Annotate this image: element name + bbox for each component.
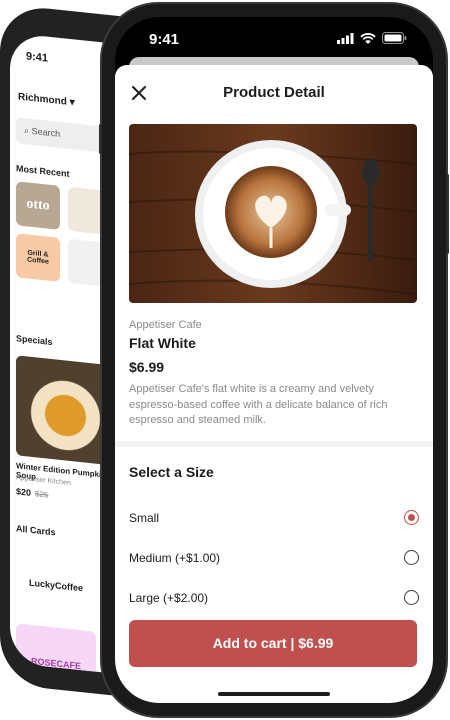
card-luckycoffee[interactable]: LuckyCoffee [16,545,96,626]
radio-selected-icon[interactable] [404,510,419,525]
product-description: Appetiser Cafe's flat white is a creamy … [129,383,388,426]
page-title: Product Detail [223,84,325,101]
search-icon: ⌕ [24,125,30,136]
recent-tile[interactable]: Grill & Coffee [16,233,60,282]
status-icons [337,32,407,44]
radio-unselected-icon[interactable] [404,550,419,565]
all-cards-heading: All Cards [16,523,56,538]
size-option-medium[interactable]: Medium (+$1.00) [129,546,419,572]
rosecafe-logo: ROSECAFE [30,655,81,672]
product-vendor: Appetiser Cafe [129,319,202,331]
specials-heading: Specials [16,333,53,348]
phone-screen: 9:41 Product Detail Appetiser Cafe Flat … [115,17,433,703]
radio-unselected-icon[interactable] [404,590,419,605]
product-price: $6.99 [129,359,165,375]
size-option-label: Small [129,511,160,525]
location-selector[interactable]: Richmond ▾ [18,91,75,108]
coffee-photo [129,124,417,303]
home-indicator [218,692,330,696]
phone-frame: 9:41 Product Detail Appetiser Cafe Flat … [99,4,449,716]
most-recent-heading: Most Recent [16,163,70,179]
product-name: Flat White [129,335,196,351]
luckycoffee-logo: LuckyCoffee [28,577,83,594]
status-time: 9:41 [149,31,180,48]
special-old-price: $25 [35,489,49,500]
size-section-title: Select a Size [129,464,214,480]
product-image [129,124,417,303]
mute-switch [99,124,102,154]
size-option-small[interactable]: Small [129,506,419,532]
section-divider [115,441,433,447]
battery-icon [382,32,407,44]
special-price: $20 [16,486,32,498]
card-rosecafe[interactable]: ROSECAFE [16,623,96,679]
size-option-label: Large (+$2.00) [129,591,209,605]
background-status-time: 9:41 [26,50,49,65]
wifi-icon [360,32,376,44]
special-price-row: $20 $25 [16,486,48,499]
signal-icon [337,32,354,44]
size-option-label: Medium (+$1.00) [129,551,221,565]
search-placeholder: Search [31,125,61,139]
recent-tile[interactable]: otto [16,181,60,230]
add-to-cart-button[interactable]: Add to cart | $6.99 [129,620,417,667]
power-button [446,174,449,254]
size-option-large[interactable]: Large (+$2.00) [129,586,419,612]
product-detail-sheet: Product Detail Appetiser Cafe Flat White… [115,65,433,703]
location-label: Richmond [18,91,67,108]
